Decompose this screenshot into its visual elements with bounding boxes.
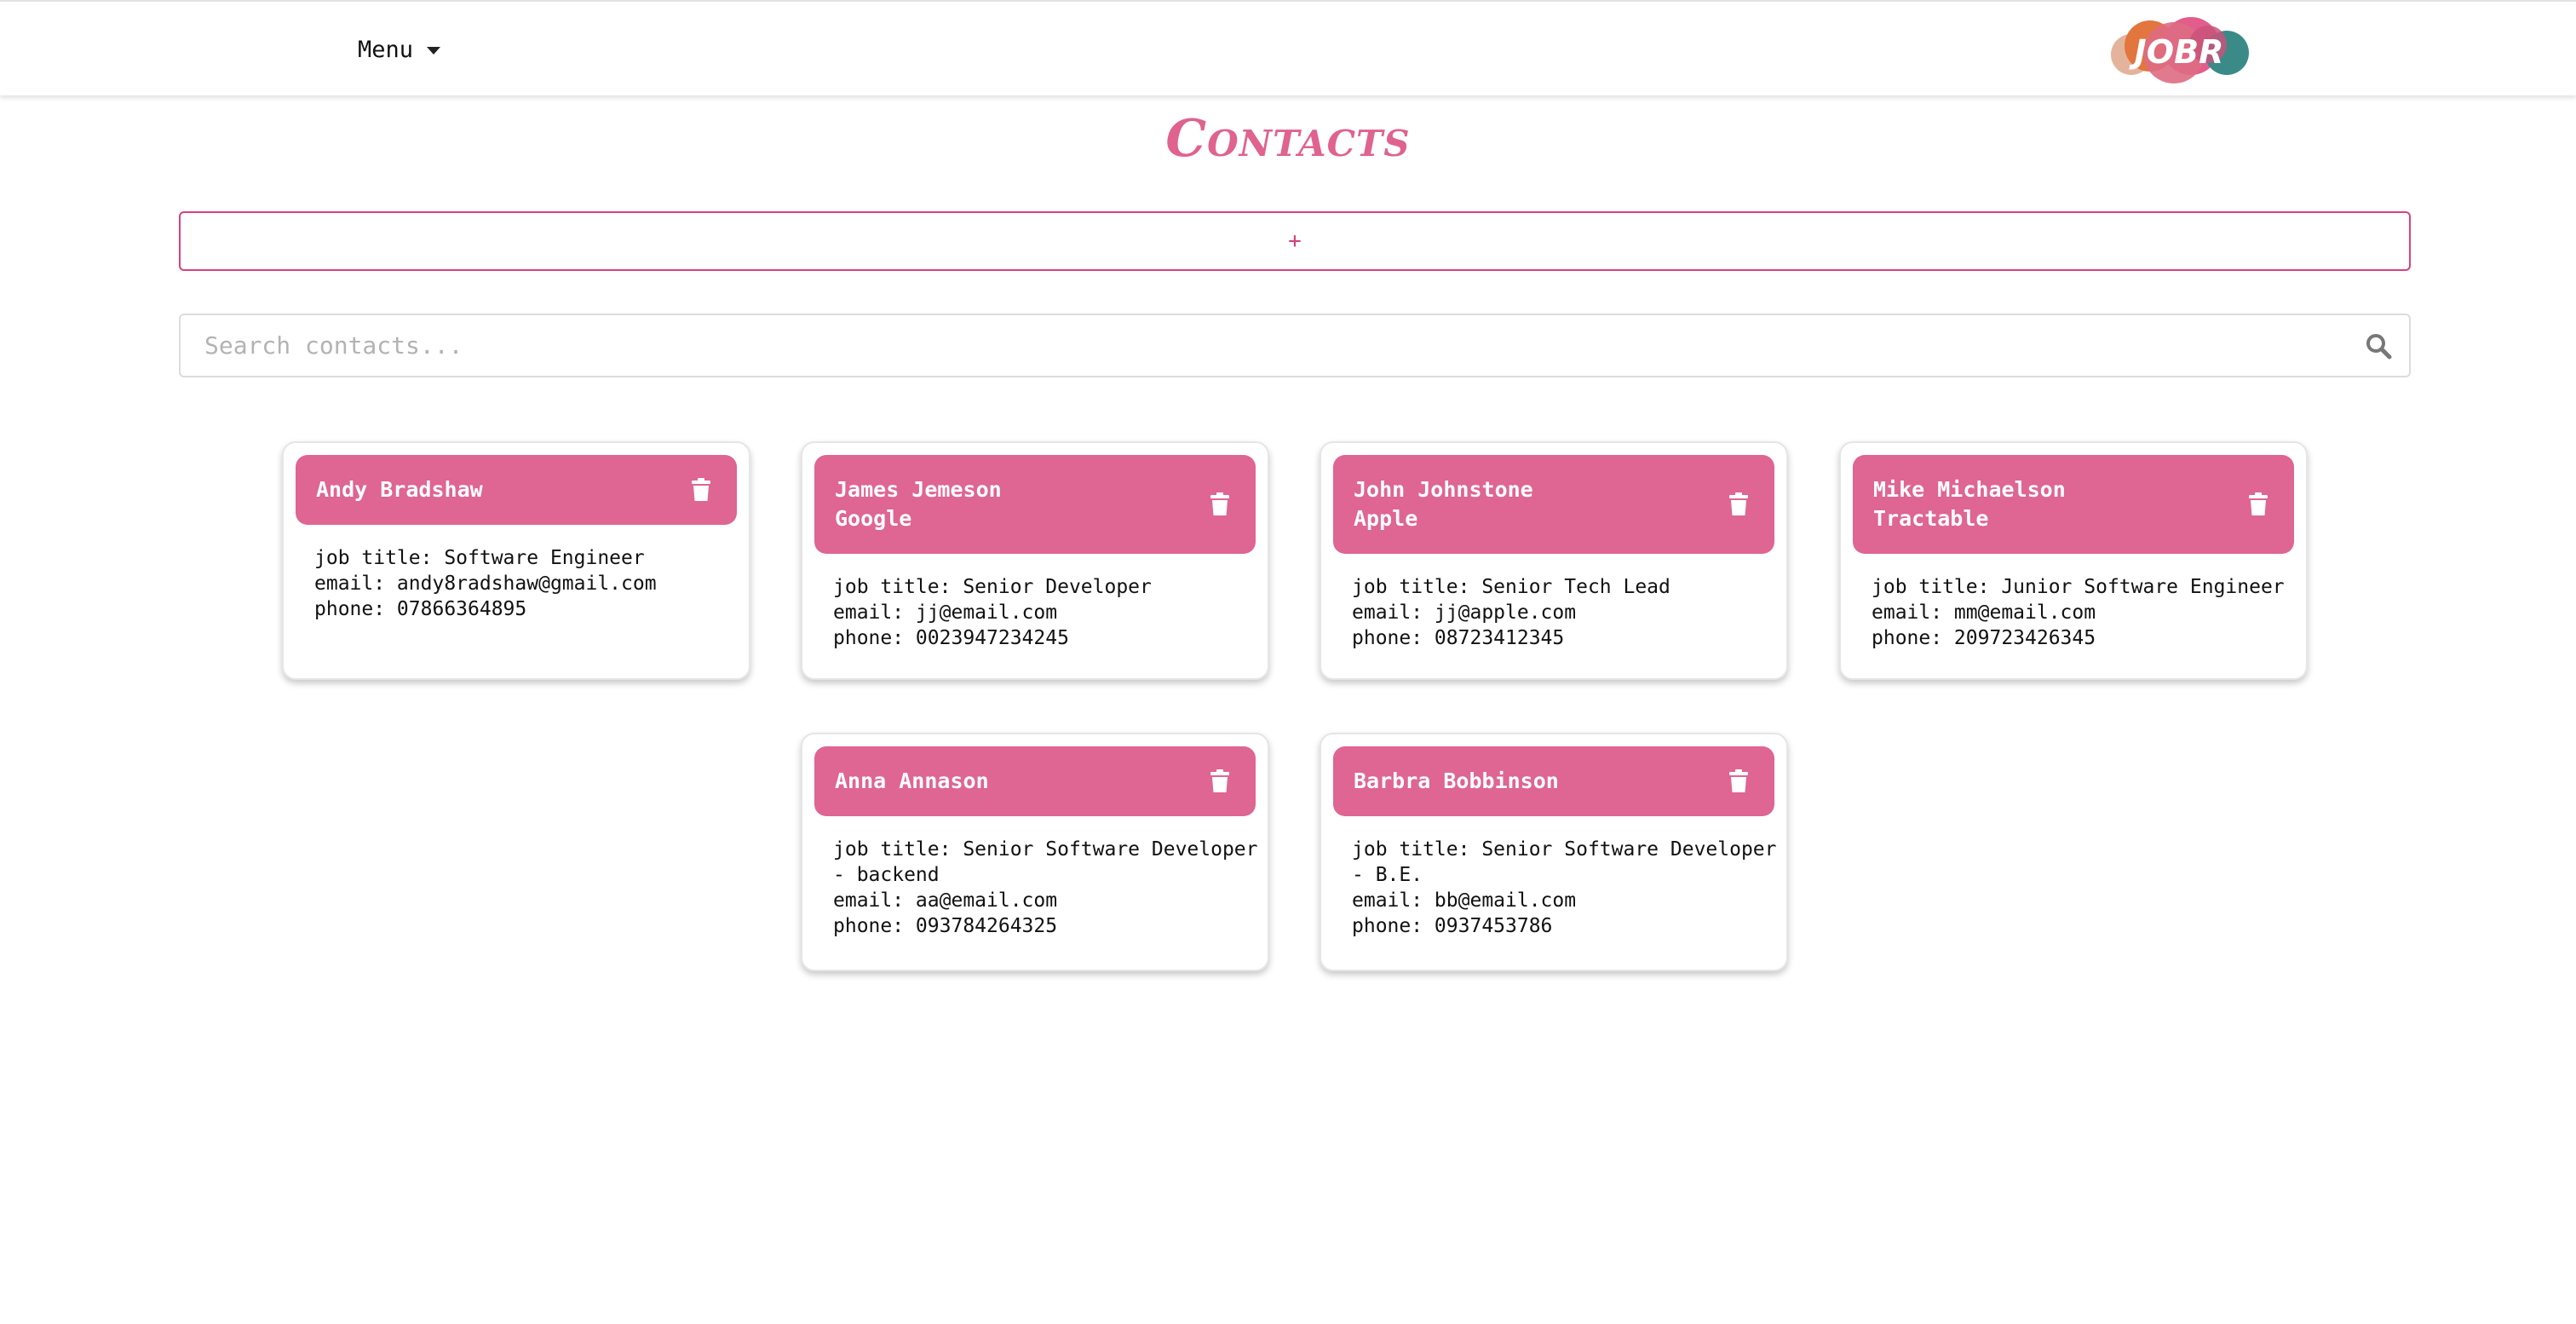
contact-email: email: aa@email.com xyxy=(833,889,1058,912)
contact-company: Google xyxy=(835,506,912,531)
trash-icon[interactable] xyxy=(1210,769,1230,793)
logo-text: JOBR xyxy=(2129,33,2224,71)
contact-card-header: John Johnstone Apple xyxy=(1333,455,1774,554)
contact-phone: phone: 0937453786 xyxy=(1352,915,1553,937)
contact-card-header: Andy Bradshaw xyxy=(296,455,737,525)
contact-details: job title: Senior Developer email: jj@em… xyxy=(833,574,1259,651)
top-navbar: Menu JOBR xyxy=(0,0,2576,95)
contact-phone: phone: 093784264325 xyxy=(833,915,1058,937)
search-input[interactable] xyxy=(181,315,2344,376)
contact-company: Apple xyxy=(1354,506,1418,531)
trash-icon[interactable] xyxy=(691,478,711,502)
contact-card-header: Anna Annason xyxy=(814,746,1256,816)
contact-job-title: job title: Senior Software Developer - b… xyxy=(833,838,1258,886)
contact-name: John Johnstone xyxy=(1354,477,1533,502)
contact-email: email: jj@email.com xyxy=(833,602,1058,624)
contact-card: James Jemeson Google job title: Senior D… xyxy=(801,441,1269,680)
contact-email: email: mm@email.com xyxy=(1872,602,2096,624)
trash-icon[interactable] xyxy=(1728,492,1749,516)
contact-card-header: Barbra Bobbinson xyxy=(1333,746,1774,816)
contact-details: job title: Software Engineer email: andy… xyxy=(314,545,740,622)
contact-card-header: Mike Michaelson Tractable xyxy=(1853,455,2294,554)
contact-job-title: job title: Software Engineer xyxy=(314,547,645,569)
contact-details: job title: Senior Software Developer - B… xyxy=(1352,837,1778,939)
contact-card: Andy Bradshaw job title: Software Engine… xyxy=(282,441,750,680)
chevron-down-icon xyxy=(427,47,441,55)
search-bar xyxy=(179,314,2411,377)
contact-phone: phone: 07866364895 xyxy=(314,598,527,620)
menu-label: Menu xyxy=(358,36,414,63)
contact-name: Anna Annason xyxy=(835,768,989,793)
search-icon[interactable] xyxy=(2365,332,2392,360)
contact-card: Barbra Bobbinson job title: Senior Softw… xyxy=(1320,733,1788,971)
trash-icon[interactable] xyxy=(1210,492,1230,516)
contact-job-title: job title: Senior Developer xyxy=(833,576,1152,598)
trash-icon[interactable] xyxy=(1728,769,1749,793)
contact-phone: phone: 0023947234245 xyxy=(833,627,1069,649)
contact-name: Mike Michaelson xyxy=(1873,477,2066,502)
contact-card: Anna Annason job title: Senior Software … xyxy=(801,733,1269,971)
contact-card-header: James Jemeson Google xyxy=(814,455,1256,554)
contact-details: job title: Senior Software Developer - b… xyxy=(833,837,1259,939)
contact-job-title: job title: Senior Software Developer - B… xyxy=(1352,838,1777,886)
contact-card: John Johnstone Apple job title: Senior T… xyxy=(1320,441,1788,680)
page-title: Contacts xyxy=(1165,109,1411,169)
contact-job-title: job title: Junior Software Engineer xyxy=(1872,576,2285,598)
contact-company: Tractable xyxy=(1873,506,1989,531)
contact-email: email: bb@email.com xyxy=(1352,889,1577,912)
contact-job-title: job title: Senior Tech Lead xyxy=(1352,576,1670,598)
menu-dropdown-button[interactable]: Menu xyxy=(358,32,441,66)
contact-name: James Jemeson xyxy=(835,477,1002,502)
contact-phone: phone: 209723426345 xyxy=(1872,627,2096,649)
contact-email: email: jj@apple.com xyxy=(1352,602,1577,624)
trash-icon[interactable] xyxy=(2248,492,2268,516)
add-contact-button[interactable]: + xyxy=(179,211,2411,271)
contact-name: Andy Bradshaw xyxy=(316,477,483,502)
contact-card: Mike Michaelson Tractable job title: Jun… xyxy=(1839,441,2308,680)
contact-email: email: andy8radshaw@gmail.com xyxy=(314,573,657,595)
contact-name: Barbra Bobbinson xyxy=(1354,768,1559,793)
jobr-logo[interactable]: JOBR xyxy=(2109,12,2251,89)
contact-details: job title: Junior Software Engineer emai… xyxy=(1872,574,2297,651)
contact-phone: phone: 08723412345 xyxy=(1352,627,1565,649)
contact-details: job title: Senior Tech Lead email: jj@ap… xyxy=(1352,574,1778,651)
